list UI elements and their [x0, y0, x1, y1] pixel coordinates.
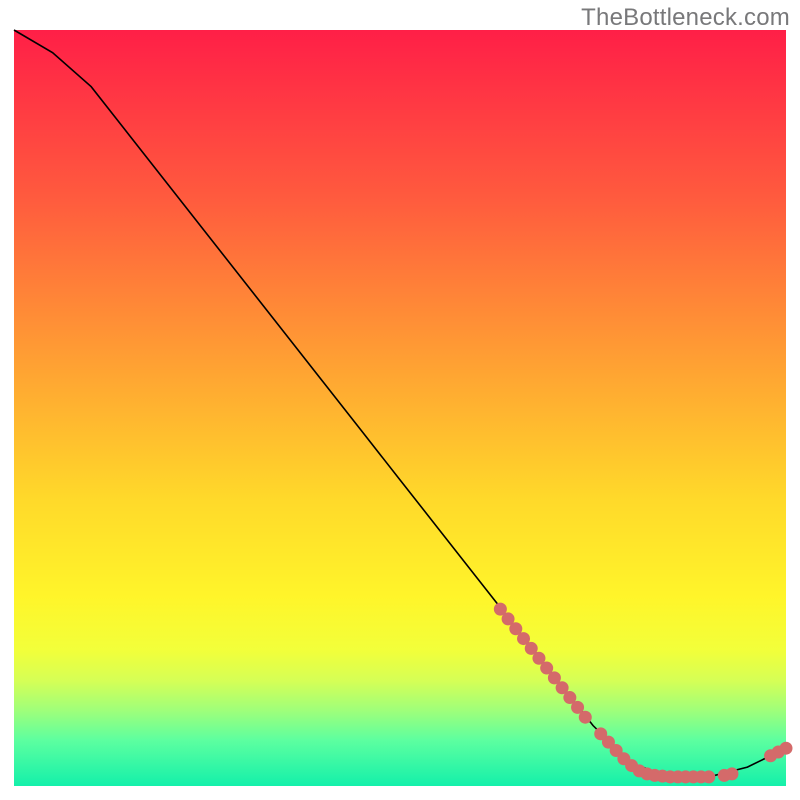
data-points-group — [494, 603, 792, 783]
watermark-text: TheBottleneck.com — [581, 4, 790, 32]
data-point — [525, 642, 537, 654]
curve-line — [14, 30, 786, 777]
data-point — [518, 633, 530, 645]
data-point — [548, 672, 560, 684]
data-point — [564, 692, 576, 704]
data-point — [533, 652, 545, 664]
data-point — [726, 768, 738, 780]
chart-overlay — [14, 30, 786, 786]
data-point — [510, 623, 522, 635]
data-point — [780, 742, 792, 754]
data-point — [703, 771, 715, 783]
data-point — [556, 682, 568, 694]
chart-container: TheBottleneck.com — [0, 0, 800, 800]
data-point — [494, 603, 506, 615]
data-point — [541, 662, 553, 674]
data-point — [502, 613, 514, 625]
data-point — [572, 701, 584, 713]
data-point — [579, 711, 591, 723]
